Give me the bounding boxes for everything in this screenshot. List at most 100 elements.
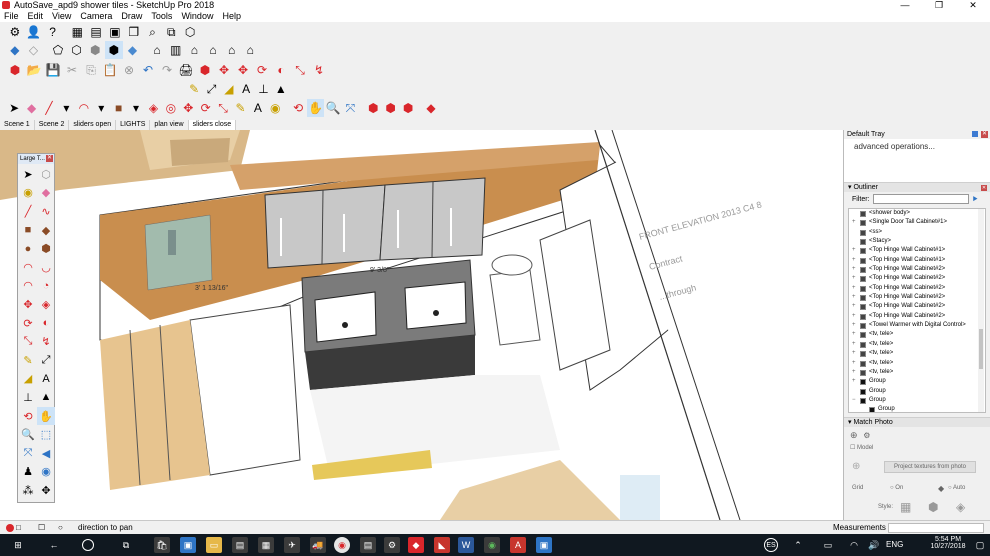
expand-icon[interactable]: +	[852, 218, 856, 227]
layout-taskbar-icon[interactable]: ◣	[434, 537, 450, 553]
pushpull-lt-icon[interactable]: ◈	[37, 295, 55, 314]
offset-lt-icon[interactable]: ↯	[37, 332, 55, 351]
shaded-textures-icon[interactable]: ⬢	[105, 41, 123, 59]
arc3-tool-icon[interactable]: ◠	[19, 277, 37, 296]
pin-icon[interactable]	[972, 131, 978, 137]
maximize-button[interactable]: ❐	[922, 0, 956, 10]
outliner-row[interactable]: <shower body>	[849, 209, 985, 218]
cut-icon[interactable]: ✂	[63, 61, 81, 79]
layers-icon[interactable]: ▣	[106, 23, 124, 41]
outliner-row[interactable]: + <Top Hinge Wall Cabinet#2>	[849, 293, 985, 302]
expand-icon[interactable]: +	[852, 256, 856, 265]
orbit-lt-icon[interactable]: ⟲	[19, 407, 37, 426]
cortana-icon[interactable]	[82, 539, 94, 551]
measurements-input[interactable]	[888, 523, 984, 533]
scale-tool-icon[interactable]: ⤡	[215, 99, 231, 117]
user-icon[interactable]: 👤	[25, 23, 43, 41]
app-icon-2[interactable]: ✈	[284, 537, 300, 553]
erase-icon[interactable]: ⊗	[120, 61, 138, 79]
rotate-lt-icon[interactable]: ⟳	[19, 314, 37, 333]
move-tool-icon[interactable]: ✥	[180, 99, 196, 117]
paste-icon[interactable]: 📋	[101, 61, 119, 79]
follow-me-icon[interactable]: ◐	[272, 61, 290, 79]
rectangle-icon[interactable]: ■	[110, 99, 126, 117]
pie-tool-icon[interactable]: ◔	[37, 277, 55, 296]
outliner-row[interactable]: + <tv, tele>	[849, 340, 985, 349]
expand-icon[interactable]: +	[852, 265, 856, 274]
zoom-icon[interactable]: 🔍	[325, 99, 341, 117]
calculator-icon[interactable]: ▦	[258, 537, 274, 553]
chrome-icon[interactable]: ◉	[334, 537, 350, 553]
outliner-row[interactable]: + <Towel Warmer with Digital Control>	[849, 321, 985, 330]
outliner-row[interactable]: + <Top Hinge Wall Cabinet#2>	[849, 265, 985, 274]
minimize-button[interactable]: —	[888, 0, 922, 10]
settings-icon[interactable]: ⚙	[863, 431, 870, 440]
large-tool-set-close-button[interactable]: ✕	[46, 155, 53, 162]
add-photo-icon[interactable]: ⊕	[850, 430, 858, 440]
ruby-icon[interactable]: ◆	[423, 99, 439, 117]
pan-lt-icon[interactable]: ✋	[37, 406, 55, 426]
menu-edit[interactable]: Edit	[28, 10, 44, 22]
outliner-scroll-thumb[interactable]	[979, 329, 983, 369]
grid-style-icon[interactable]: ◆	[938, 484, 944, 493]
scale-icon[interactable]: ⤡	[291, 61, 309, 79]
outliner-row[interactable]: + Group	[849, 377, 985, 386]
redo-icon[interactable]: ↷	[158, 61, 176, 79]
pan-icon[interactable]: ✋	[307, 99, 324, 117]
dimension-lt-icon[interactable]: ⤢	[37, 351, 55, 370]
expand-icon[interactable]: +	[852, 340, 856, 349]
menu-draw[interactable]: Draw	[121, 10, 142, 22]
style-plane-icon[interactable]: ◈	[956, 500, 965, 514]
push-pull-icon[interactable]: ◈	[145, 99, 161, 117]
info-icon[interactable]: ○	[58, 521, 63, 535]
eraser-icon[interactable]: ◆	[23, 99, 39, 117]
help-icon[interactable]: ?	[44, 23, 62, 41]
model-viewport[interactable]: FRONT ELEVATION 2013 C4 8 Contract ...th…	[0, 130, 843, 520]
polygon-tool-icon[interactable]: ⬢	[37, 239, 55, 258]
outliner-row[interactable]: Group	[849, 387, 985, 396]
expand-icon[interactable]: +	[852, 377, 856, 386]
line-tool-icon[interactable]: ╱	[19, 202, 37, 221]
axes-lt-icon[interactable]: ⊥	[19, 388, 37, 407]
style-box-icon[interactable]: ⬢	[928, 500, 938, 514]
select-tool-icon[interactable]: ➤	[19, 165, 37, 184]
move-icon[interactable]: ✥	[215, 61, 233, 79]
rotated-rect-icon[interactable]: ◆	[37, 221, 55, 240]
outliner-row[interactable]: + <Top Hinge Wall Cabinet#1>	[849, 246, 985, 255]
outliner-row[interactable]: − Group	[849, 396, 985, 405]
eraser-tool-icon[interactable]: ◆	[37, 184, 55, 203]
file-explorer-icon[interactable]: ▭	[206, 537, 222, 553]
task-view-icon[interactable]: ⧉	[118, 537, 134, 553]
extension-icon[interactable]: ⧉	[162, 23, 180, 41]
outliner-row[interactable]: + <tv, tele>	[849, 368, 985, 377]
previous-view-lt-icon[interactable]: ◀	[37, 444, 55, 463]
rectangle-dropdown-icon[interactable]: ▾	[128, 99, 144, 117]
orbit-icon[interactable]: ⟲	[290, 99, 306, 117]
menu-tools[interactable]: Tools	[151, 10, 172, 22]
warehouse-3d-icon[interactable]: ⬢	[365, 99, 381, 117]
outliner-scrollbar[interactable]	[978, 209, 984, 412]
outliner-row[interactable]: + <Top Hinge Wall Cabinet#2>	[849, 274, 985, 283]
scale-lt-icon[interactable]: ⤡	[19, 332, 37, 351]
left-view-icon[interactable]: ⌂	[241, 41, 259, 59]
outliner-row[interactable]: <ss>	[849, 228, 985, 237]
zoom-extents-lt-icon[interactable]: ⤧	[19, 444, 37, 463]
network-icon[interactable]: ▭	[820, 537, 836, 553]
expand-icon[interactable]: +	[852, 368, 856, 377]
large-tool-set-header[interactable]: Large T... ✕	[18, 154, 54, 164]
look-around-lt-icon[interactable]: ◉	[37, 463, 55, 482]
rotate-tool-icon[interactable]: ⟳	[197, 99, 213, 117]
menu-help[interactable]: Help	[222, 10, 241, 22]
menu-view[interactable]: View	[52, 10, 71, 22]
project-textures-button[interactable]: Project textures from photo	[884, 461, 976, 473]
outliner-tree[interactable]: <shower body> + <Single Door Tall Cabinet#…	[848, 208, 986, 413]
close-button[interactable]: ✕	[956, 0, 990, 10]
expand-icon[interactable]: +	[852, 359, 856, 368]
outliner-row[interactable]: + <tv, tele>	[849, 330, 985, 339]
match-photo-section-header[interactable]: ▾ Match Photo	[844, 417, 990, 427]
section-plane-lt-icon[interactable]: ✥	[37, 481, 55, 500]
expand-icon[interactable]: +	[852, 274, 856, 283]
protractor-lt-icon[interactable]: ◢	[19, 370, 37, 389]
protractor-icon[interactable]: ◢	[221, 80, 237, 98]
menu-window[interactable]: Window	[181, 10, 213, 22]
